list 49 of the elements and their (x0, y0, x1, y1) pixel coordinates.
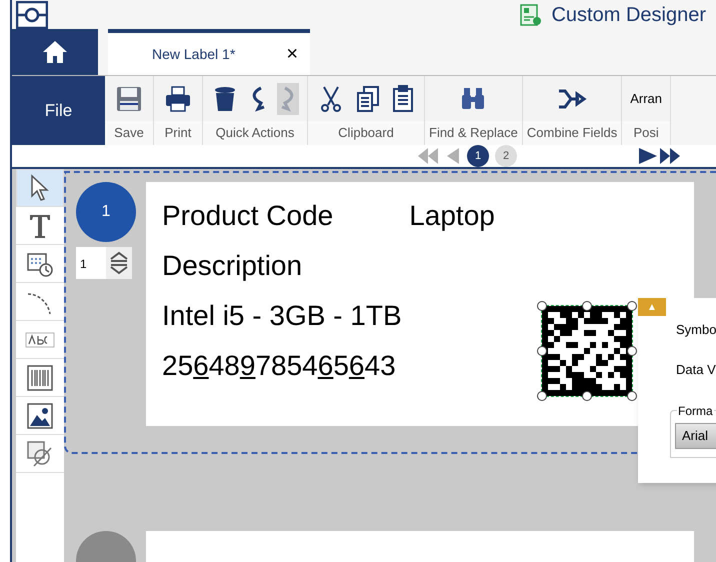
resize-handle[interactable] (627, 301, 637, 311)
resize-handle[interactable] (537, 301, 547, 311)
label-text[interactable]: Description (162, 246, 302, 286)
page-number[interactable]: 1 (467, 145, 489, 167)
tab-label: New Label 1* (152, 44, 236, 64)
label-text[interactable]: 256489785465643 (162, 346, 396, 386)
close-tab-button[interactable]: × (286, 44, 298, 64)
ribbon-group-label: Posi (622, 121, 670, 145)
printer-icon (164, 84, 192, 112)
ribbon-group-label: Find & Replace (425, 121, 522, 145)
resize-handle[interactable] (627, 346, 637, 356)
ribbon-group-label: Save (105, 121, 153, 145)
data-matrix-code[interactable] (542, 306, 632, 396)
ribbon-group-label: Print (154, 121, 202, 145)
clipboard-icon (392, 84, 414, 112)
label-text[interactable]: Product Code (162, 196, 334, 236)
copy-pages-icon (356, 84, 380, 112)
resize-handle[interactable] (582, 301, 592, 311)
trash-can-icon (213, 84, 237, 112)
resize-handle[interactable] (582, 391, 592, 401)
resize-handle[interactable] (537, 391, 547, 401)
ribbon-group-label: Combine Fields (522, 121, 622, 145)
paste-button[interactable] (390, 82, 416, 114)
home-tab[interactable] (12, 29, 98, 75)
label-text[interactable]: Intel i5 - 3GB - 1TB (162, 296, 402, 336)
shape-tool-icon (26, 440, 54, 468)
ribbon-group-label: Quick Actions (203, 121, 307, 145)
text-block-icon (25, 332, 55, 348)
resize-handle[interactable] (537, 346, 547, 356)
scissors-icon (318, 84, 344, 112)
spinner-arrows-icon[interactable] (106, 247, 132, 279)
barcode-icon (27, 364, 53, 392)
file-button[interactable]: File (12, 76, 105, 145)
image-icon (27, 402, 53, 428)
ribbon-group-label: Clipboard (308, 121, 424, 145)
quantity-field[interactable]: 1 (76, 247, 106, 279)
property-label: Data V (676, 361, 716, 379)
pointer-tool[interactable] (16, 169, 64, 207)
ribbon-text[interactable]: Arran (630, 88, 662, 108)
label-number-badge[interactable]: 1 (76, 182, 136, 242)
home-icon (41, 39, 69, 65)
property-label: Symbo (676, 321, 716, 339)
label-text[interactable]: Laptop (409, 196, 495, 236)
page-number[interactable]: 2 (495, 145, 517, 167)
form-settings-icon (519, 3, 544, 27)
font-button[interactable]: Arial (675, 423, 716, 449)
document-tab[interactable]: New Label 1* × (108, 29, 310, 75)
resize-handle[interactable] (627, 391, 637, 401)
window-title: Custom Designer (551, 3, 706, 28)
